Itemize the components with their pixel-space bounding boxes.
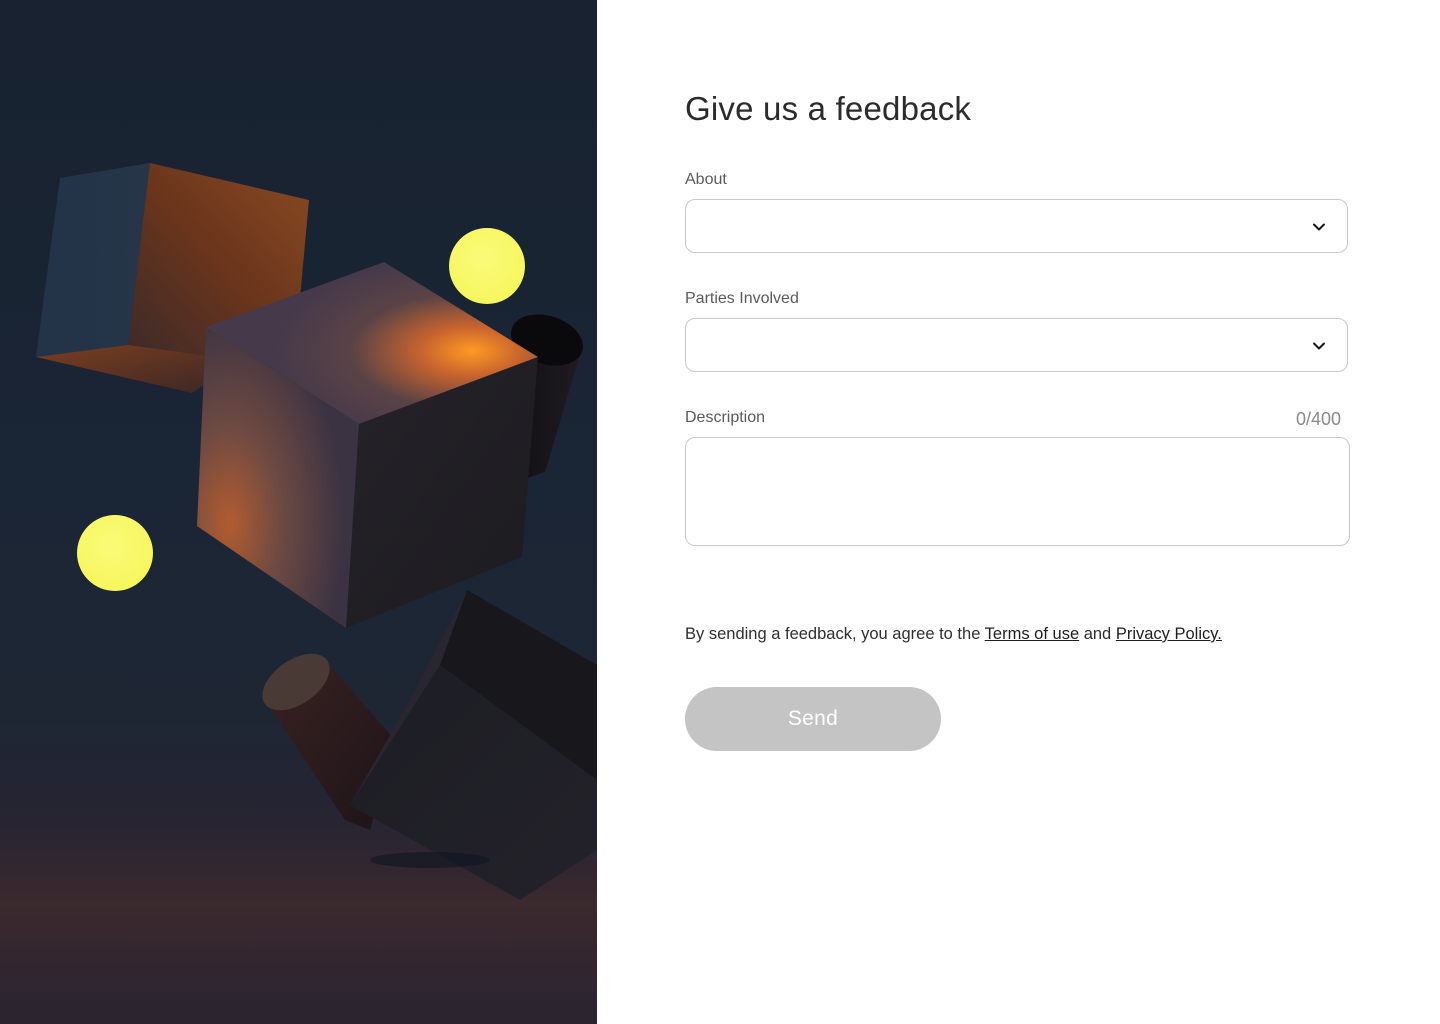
parties-select[interactable] <box>685 318 1348 372</box>
agreement-middle: and <box>1079 625 1116 643</box>
cubes-illustration-icon <box>0 163 597 1024</box>
chevron-down-icon <box>1313 342 1325 350</box>
agreement-prefix: By sending a feedback, you agree to the <box>685 625 985 643</box>
agreement-text: By sending a feedback, you agree to the … <box>685 625 1222 644</box>
terms-of-use-link[interactable]: Terms of use <box>985 625 1079 643</box>
parties-label: Parties Involved <box>685 290 799 307</box>
privacy-policy-link[interactable]: Privacy Policy. <box>1116 625 1222 643</box>
feedback-page: Give us a feedback About Parties Involve… <box>0 0 1440 1024</box>
character-counter: 0/400 <box>1295 409 1341 429</box>
about-select[interactable] <box>685 199 1348 253</box>
chevron-down-icon <box>1313 223 1325 231</box>
page-title: Give us a feedback <box>685 90 972 127</box>
description-label: Description <box>685 409 766 426</box>
about-label: About <box>685 171 727 188</box>
description-textarea[interactable] <box>685 437 1350 546</box>
send-button[interactable]: Send <box>685 687 941 751</box>
feedback-form: Give us a feedback About Parties Involve… <box>597 0 1440 1024</box>
hero-illustration <box>0 0 597 1024</box>
